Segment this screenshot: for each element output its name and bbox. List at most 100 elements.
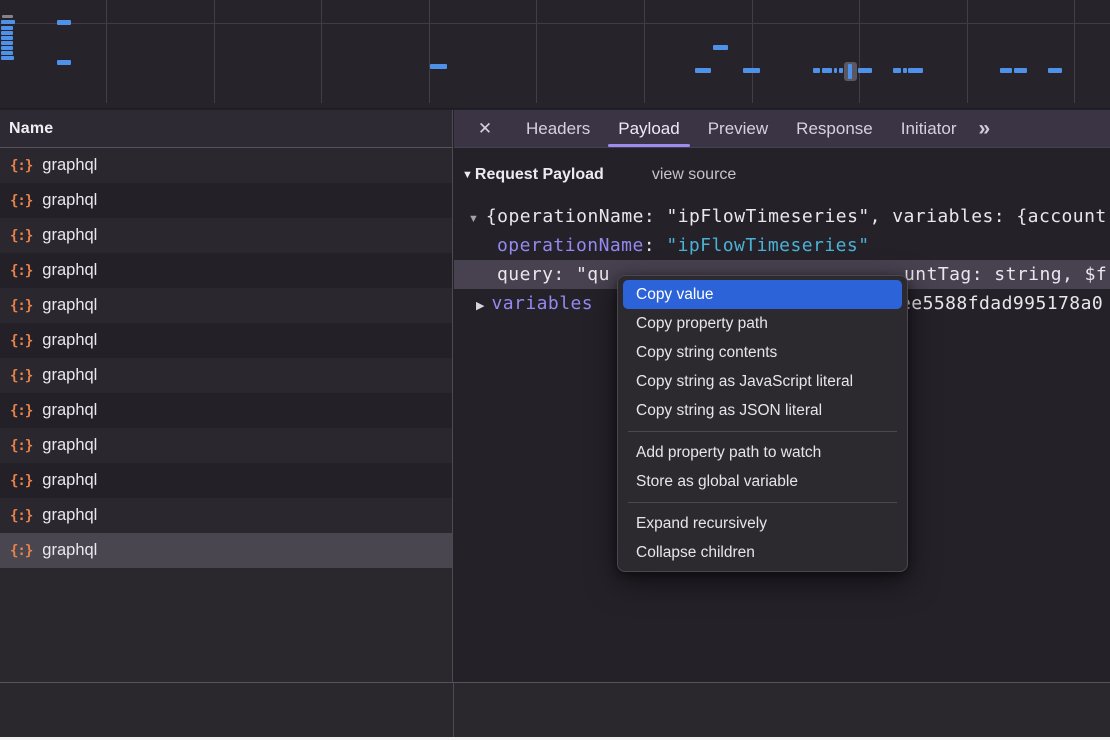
tree-text-string: "ipFlowTimeseries" [666,235,869,256]
section-collapse-triangle-icon[interactable]: ▼ [462,169,473,181]
json-braces-icon: {:} [10,193,32,209]
request-name-label: graphql [42,331,97,350]
tree-row[interactable]: ▼ {operationName: "ipFlowTimeseries", var… [454,202,1110,231]
request-name-label: graphql [42,191,97,210]
menu-item-add-property-path-to-watch[interactable]: Add property path to watch [618,438,907,467]
request-row[interactable]: {:}graphql [0,463,452,498]
request-row[interactable]: {:}graphql [0,253,452,288]
request-payload-section-header: ▼ Request Payload view source [454,148,1110,188]
request-timeline-bar [893,68,901,73]
request-row[interactable]: {:}graphql [0,498,452,533]
request-name-label: graphql [42,226,97,245]
request-timeline-bar [430,64,447,69]
menu-item-copy-string-contents[interactable]: Copy string contents [618,338,907,367]
request-timeline-bar [1014,68,1027,73]
close-icon[interactable]: ✕ [468,119,502,139]
request-name-label: graphql [42,366,97,385]
json-braces-icon: {:} [10,333,32,349]
timeline-gridline [859,0,860,103]
request-row[interactable]: {:}graphql [0,218,452,253]
tree-text-key: operationName [497,235,644,256]
request-row[interactable]: {:}graphql [0,148,452,183]
menu-item-copy-string-as-javascript-literal[interactable]: Copy string as JavaScript literal [618,367,907,396]
json-braces-icon: {:} [10,543,32,559]
request-timeline-bar [813,68,820,73]
json-braces-icon: {:} [10,403,32,419]
request-row-selected[interactable]: {:} graphql [0,533,452,568]
json-braces-icon: {:} [10,368,32,384]
tab-response[interactable]: Response [782,110,887,147]
devtools-network-panel: Name ✕ HeadersPayloadPreviewResponseInit… [0,0,1110,740]
expanded-triangle-icon[interactable]: ▼ [468,213,479,225]
request-timeline-bar [1,20,15,24]
details-tabbar: ✕ HeadersPayloadPreviewResponseInitiator… [454,110,1110,148]
menu-item-expand-recursively[interactable]: Expand recursively [618,509,907,538]
json-braces-icon: {:} [10,473,32,489]
tab-headers[interactable]: Headers [512,110,604,147]
network-overview-timeline[interactable] [0,0,1110,109]
request-row[interactable]: {:} graphql [0,323,452,358]
timeline-gridline [1074,0,1075,103]
collapsed-triangle-icon[interactable]: ▶ [476,300,484,312]
tree-text-tail: untTag: string, $f [904,260,1107,289]
more-tabs-chevron-icon[interactable]: » [978,117,988,141]
request-row[interactable]: {:} graphql [0,358,452,393]
request-row[interactable]: {:} graphql [0,393,452,428]
request-timeline-bar [1048,68,1062,73]
request-name-label: graphql [42,156,97,175]
tab-initiator[interactable]: Initiator [887,110,971,147]
tree-row[interactable]: operationName: "ipFlowTimeseries" [454,231,1110,260]
request-timeline-bar [834,68,837,73]
menu-separator [628,431,897,432]
tree-text-plain: query: "qu [497,264,610,285]
timeline-gridline [536,0,537,103]
request-timeline-bar [908,68,923,73]
column-header-name-label: Name [9,120,53,138]
request-timeline-bar [1,31,13,35]
column-header-name[interactable]: Name [0,110,453,148]
menu-separator [628,502,897,503]
tab-payload[interactable]: Payload [604,110,693,147]
request-list: {:} graphql {:} graphql {:} graphql {:} graphql… [0,148,453,683]
request-name-label: graphql [42,261,97,280]
timeline-gridline [321,0,322,103]
timeline-gridline [967,0,968,103]
request-payload-title: Request Payload [475,166,604,184]
tree-text-tail: ee5588fdad995178a0 [900,289,1103,318]
request-timeline-bar [903,68,907,73]
main-split: {:} graphql {:} graphql {:} graphql {:} graphql… [0,148,1110,683]
request-name-label: graphql [42,436,97,455]
request-timeline-bar [695,68,711,73]
request-name-label: graphql [42,541,97,560]
request-timeline-bar [713,45,728,50]
menu-item-copy-value[interactable]: Copy value [623,280,902,309]
request-row[interactable]: {:}graphql [0,288,452,323]
menu-item-collapse-children[interactable]: Collapse children [618,538,907,567]
request-timeline-bar [1,51,13,55]
tree-text-plain: {operationName: "ipFlowTimeseries", vari… [486,206,1107,227]
request-row[interactable]: {:}graphql [0,428,452,463]
menu-item-copy-string-as-json-literal[interactable]: Copy string as JSON literal [618,396,907,425]
request-row[interactable]: {:} graphql [0,183,452,218]
request-timeline-bar [839,68,843,73]
timeline-gridline [644,0,645,103]
footer-bar [0,682,1110,737]
view-source-link[interactable]: view source [652,166,736,184]
request-name-label: graphql [42,401,97,420]
request-name-label: graphql [42,506,97,525]
request-timeline-bar [1,46,13,50]
request-timeline-bar [2,15,13,18]
timeline-gridline [429,0,430,103]
request-name-label: graphql [42,296,97,315]
request-timeline-bar [1,41,13,45]
menu-item-copy-property-path[interactable]: Copy property path [618,309,907,338]
tab-preview[interactable]: Preview [694,110,782,147]
menu-item-store-as-global-variable[interactable]: Store as global variable [618,467,907,496]
request-timeline-bar [1,26,13,30]
timeline-gridline [0,23,1110,24]
request-timeline-bar [822,68,832,73]
request-timeline-bar [57,20,71,25]
selected-request-marker-tick [848,64,852,79]
timeline-gridline [214,0,215,103]
tree-text-key: variables [491,293,593,314]
